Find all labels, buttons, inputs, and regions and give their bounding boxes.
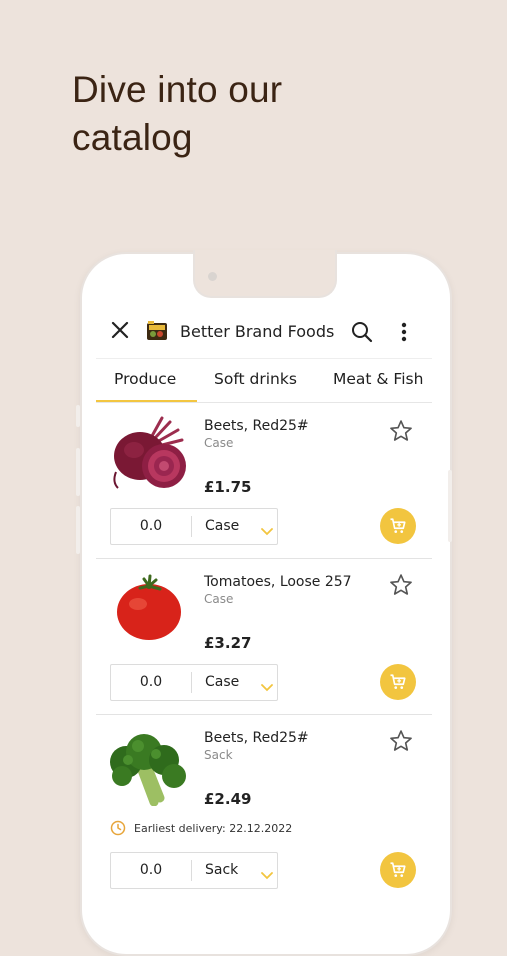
add-to-cart-button[interactable] xyxy=(380,664,416,700)
product-card: Tomatoes, Loose 257 Case £3.27 0.0 Case xyxy=(96,558,432,715)
product-name[interactable]: Beets, Red25# xyxy=(204,730,309,746)
cart-icon xyxy=(390,518,406,533)
product-card: Beets, Red25# Case £1.75 0.0 Case xyxy=(96,402,432,559)
cart-icon xyxy=(390,862,406,877)
beetroot-image xyxy=(108,416,190,496)
phone-side-button xyxy=(448,470,452,542)
favorite-star-icon[interactable] xyxy=(388,728,414,758)
phone-side-button xyxy=(76,506,80,554)
favorite-star-icon[interactable] xyxy=(388,572,414,602)
delivery-text: Earliest delivery: 22.12.2022 xyxy=(134,821,293,835)
broccoli-image xyxy=(108,732,188,810)
quantity-selector: 0.0 Case xyxy=(110,664,278,701)
tab-meat-fish[interactable]: Meat & Fish xyxy=(333,370,423,388)
store-name: Better Brand Foods xyxy=(180,322,335,341)
app-header: Better Brand Foods xyxy=(96,300,432,359)
phone-side-button xyxy=(76,448,80,496)
quantity-selector: 0.0 Sack xyxy=(110,852,278,889)
quantity-input[interactable]: 0.0 xyxy=(111,853,191,888)
more-vert-icon[interactable] xyxy=(394,320,414,344)
quantity-input[interactable]: 0.0 xyxy=(111,509,191,544)
tab-soft-drinks[interactable]: Soft drinks xyxy=(214,370,297,388)
clock-icon xyxy=(110,820,126,836)
tab-produce[interactable]: Produce xyxy=(114,370,176,388)
chevron-down-icon xyxy=(261,677,273,696)
divider xyxy=(191,860,192,881)
page-headline: Dive into our catalog xyxy=(72,69,283,158)
add-to-cart-button[interactable] xyxy=(380,508,416,544)
phone-side-button xyxy=(76,405,80,427)
search-icon[interactable] xyxy=(350,320,374,344)
divider xyxy=(191,672,192,693)
product-card: Beets, Red25# Sack £2.49 Earliest delive… xyxy=(96,714,432,900)
product-price: £2.49 xyxy=(204,790,252,808)
tomato-image xyxy=(114,574,184,646)
product-unit: Sack xyxy=(204,748,233,762)
chevron-down-icon xyxy=(261,865,273,884)
favorite-star-icon[interactable] xyxy=(388,418,414,448)
product-name[interactable]: Beets, Red25# xyxy=(204,418,309,434)
app-screen: Better Brand Foods Produce Soft drinks M… xyxy=(96,300,432,900)
quantity-selector: 0.0 Case xyxy=(110,508,278,545)
phone-camera xyxy=(208,272,217,281)
divider xyxy=(191,516,192,537)
delivery-info: Earliest delivery: 22.12.2022 xyxy=(110,820,292,836)
unit-dropdown[interactable]: Case xyxy=(205,509,239,544)
unit-dropdown[interactable]: Case xyxy=(205,665,239,700)
cart-icon xyxy=(390,674,406,689)
product-price: £3.27 xyxy=(204,634,252,652)
product-price: £1.75 xyxy=(204,478,252,496)
store-logo xyxy=(146,320,168,342)
product-unit: Case xyxy=(204,592,234,606)
category-tabs: Produce Soft drinks Meat & Fish xyxy=(96,358,432,403)
product-name[interactable]: Tomatoes, Loose 257 xyxy=(204,574,352,590)
quantity-input[interactable]: 0.0 xyxy=(111,665,191,700)
unit-dropdown[interactable]: Sack xyxy=(205,853,238,888)
chevron-down-icon xyxy=(261,521,273,540)
add-to-cart-button[interactable] xyxy=(380,852,416,888)
product-unit: Case xyxy=(204,436,234,450)
close-icon[interactable] xyxy=(108,318,132,342)
